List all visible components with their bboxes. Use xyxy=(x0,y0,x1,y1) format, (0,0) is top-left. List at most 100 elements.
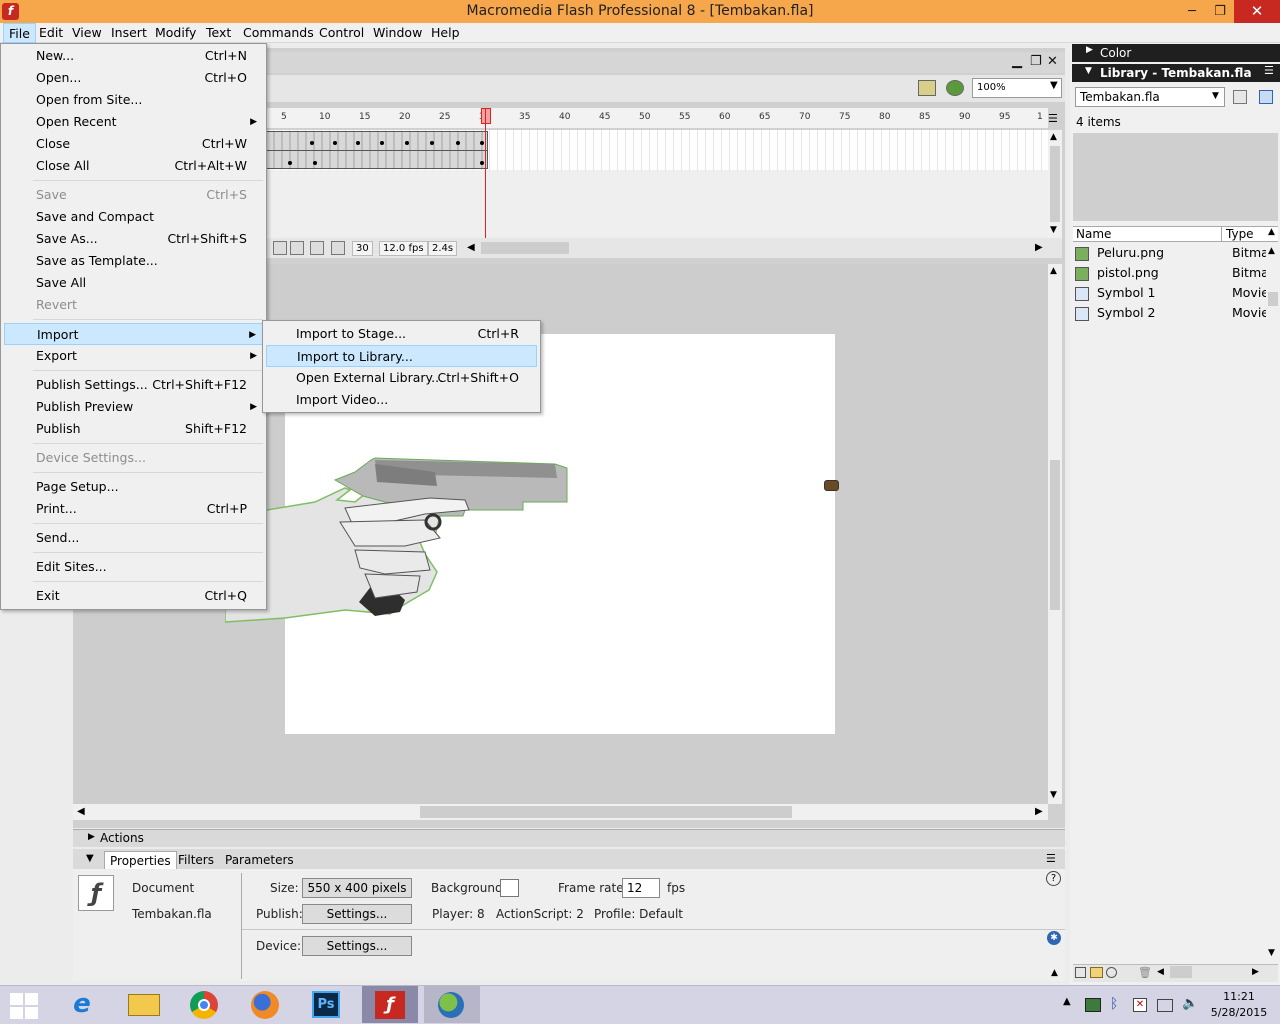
menu-item-page-setup[interactable]: Page Setup... xyxy=(4,476,263,498)
flash-logo-icon[interactable]: f xyxy=(2,3,19,20)
menu-item-new[interactable]: New... Ctrl+N xyxy=(4,45,263,67)
tray-overflow-icon[interactable]: ▲ xyxy=(1063,996,1071,1007)
keyframe[interactable] xyxy=(356,141,360,145)
library-document-select[interactable]: Tembakan.fla xyxy=(1075,87,1225,107)
new-library-panel-icon[interactable] xyxy=(1259,90,1273,104)
keyframe[interactable] xyxy=(288,161,292,165)
column-name[interactable]: Name xyxy=(1076,227,1111,241)
collapse-up-icon[interactable]: ▲ xyxy=(1051,968,1058,978)
bullet-image[interactable] xyxy=(824,480,839,491)
ie-icon[interactable]: e xyxy=(54,986,110,1023)
bluetooth-icon[interactable]: ᛒ xyxy=(1110,996,1118,1012)
library-vscroll-thumb[interactable] xyxy=(1268,292,1278,306)
background-color-swatch[interactable] xyxy=(500,879,519,897)
device-settings-button[interactable]: Settings... xyxy=(302,936,412,956)
menu-commands[interactable]: Commands xyxy=(238,23,319,43)
menu-item-close-all[interactable]: Close All Ctrl+Alt+W xyxy=(4,155,263,177)
menu-item-save-all[interactable]: Save All xyxy=(4,272,263,294)
expand-arrow-icon[interactable]: ▶ xyxy=(88,832,95,842)
doc-minimize-icon[interactable]: ▁ xyxy=(1012,54,1022,69)
sort-icon[interactable]: ▲ xyxy=(1268,227,1275,237)
menu-item-publish[interactable]: Publish Shift+F12 xyxy=(4,418,263,440)
menu-item-send[interactable]: Send... xyxy=(4,527,263,549)
photoshop-icon[interactable]: Ps xyxy=(298,986,354,1023)
menu-window[interactable]: Window xyxy=(368,23,427,43)
keyframe[interactable] xyxy=(333,141,337,145)
chevron-down-icon[interactable]: ▼ xyxy=(1212,91,1219,101)
scroll-down-icon[interactable]: ▼ xyxy=(1050,790,1057,800)
scroll-up-icon[interactable]: ▲ xyxy=(1050,266,1057,276)
zoom-select[interactable]: 100% xyxy=(972,78,1062,98)
library-item[interactable]: Symbol 1 Movie xyxy=(1073,283,1269,303)
new-symbol-icon[interactable] xyxy=(1075,967,1086,978)
collapse-arrow-icon[interactable]: ▼ xyxy=(86,853,94,864)
firefox-icon[interactable] xyxy=(237,986,293,1023)
library-hscroll-thumb[interactable] xyxy=(1170,966,1192,978)
keyframe[interactable] xyxy=(313,161,317,165)
menu-view[interactable]: View xyxy=(67,23,107,43)
menu-item-print[interactable]: Print... Ctrl+P xyxy=(4,498,263,520)
menu-modify[interactable]: Modify xyxy=(150,23,201,43)
chevron-down-icon[interactable]: ▼ xyxy=(1050,80,1058,91)
new-folder-icon[interactable] xyxy=(1090,967,1103,978)
onion-skin-icon[interactable] xyxy=(290,241,304,255)
collapse-arrow-icon[interactable]: ▼ xyxy=(1085,66,1092,76)
menu-help[interactable]: Help xyxy=(426,23,465,43)
timeline-vscroll-thumb[interactable] xyxy=(1050,146,1060,222)
scroll-up-icon[interactable]: ▲ xyxy=(1050,132,1057,142)
doc-close-icon[interactable]: ✕ xyxy=(1047,54,1058,69)
keyframe[interactable] xyxy=(456,141,460,145)
accessibility-icon[interactable]: ✱ xyxy=(1047,931,1061,945)
properties-icon[interactable] xyxy=(1106,967,1117,978)
timeline-hscroll-thumb[interactable] xyxy=(481,242,569,254)
onion-outline-icon[interactable] xyxy=(310,241,324,255)
scroll-right-icon[interactable]: ▶ xyxy=(1252,967,1259,977)
menu-item-close[interactable]: Close Ctrl+W xyxy=(4,133,263,155)
menu-item-save-as-template[interactable]: Save as Template... xyxy=(4,250,263,272)
library-item[interactable]: Symbol 2 Movie xyxy=(1073,303,1269,323)
menu-item-import-to-stage[interactable]: Import to Stage... Ctrl+R xyxy=(266,323,537,345)
timeline-empty-area[interactable] xyxy=(266,170,1048,238)
frame-ruler[interactable] xyxy=(266,108,1048,128)
keyframe[interactable] xyxy=(310,141,314,145)
minimize-icon[interactable]: ─ xyxy=(1178,0,1206,23)
framerate-input[interactable]: 12 xyxy=(622,878,660,898)
edit-multiple-frames-icon[interactable] xyxy=(331,241,345,255)
pistol-image[interactable] xyxy=(225,450,575,630)
edit-symbols-icon[interactable] xyxy=(946,80,964,96)
menu-item-open-external-library[interactable]: Open External Library... Ctrl+Shift+O xyxy=(266,367,537,389)
keyframe[interactable] xyxy=(480,161,484,165)
menu-item-import[interactable]: Import ▶ xyxy=(4,323,263,345)
trash-icon[interactable]: 🗑 xyxy=(1138,966,1152,979)
help-icon[interactable]: ? xyxy=(1046,871,1061,886)
explorer-icon[interactable] xyxy=(115,986,171,1023)
restore-icon[interactable]: ❐ xyxy=(1206,0,1234,23)
network-icon[interactable] xyxy=(1157,999,1173,1012)
center-frame-icon[interactable] xyxy=(273,241,287,255)
stage-vscroll-thumb[interactable] xyxy=(1050,460,1060,610)
pin-library-icon[interactable] xyxy=(1233,90,1247,104)
scroll-down-icon[interactable]: ▼ xyxy=(1050,225,1057,235)
menu-item-save-as[interactable]: Save As... Ctrl+Shift+S xyxy=(4,228,263,250)
column-type[interactable]: Type xyxy=(1226,227,1254,241)
close-icon[interactable]: ✕ xyxy=(1234,0,1280,23)
scroll-right-icon[interactable]: ▶ xyxy=(1035,242,1043,253)
panel-options-icon[interactable]: ☰ xyxy=(1264,64,1274,77)
clock-time[interactable]: 11:21 xyxy=(1212,990,1266,1003)
scroll-up-icon[interactable]: ▲ xyxy=(1268,246,1275,256)
menu-item-publish-preview[interactable]: Publish Preview ▶ xyxy=(4,396,263,418)
menu-item-open-recent[interactable]: Open Recent ▶ xyxy=(4,111,263,133)
menu-insert[interactable]: Insert xyxy=(106,23,152,43)
menu-control[interactable]: Control xyxy=(314,23,369,43)
menu-file[interactable]: File xyxy=(3,23,36,43)
menu-item-exit[interactable]: Exit Ctrl+Q xyxy=(4,585,263,607)
actions-panel-header[interactable] xyxy=(73,829,1065,847)
keyframe[interactable] xyxy=(430,141,434,145)
timeline-options-icon[interactable]: ☰ xyxy=(1048,112,1058,125)
actions-label[interactable]: Actions xyxy=(100,831,144,845)
scroll-left-icon[interactable]: ◀ xyxy=(467,242,475,253)
menu-item-open-from-site[interactable]: Open from Site... xyxy=(4,89,263,111)
keyframe[interactable] xyxy=(380,141,384,145)
gpu-icon[interactable] xyxy=(1085,998,1101,1012)
keyframe[interactable] xyxy=(480,141,484,145)
